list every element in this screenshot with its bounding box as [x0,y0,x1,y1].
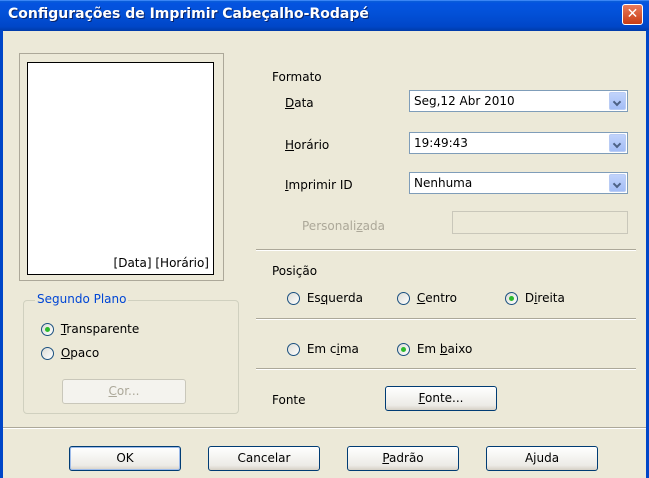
separator [256,318,636,320]
print-id-combo-value: Nenhuma [414,176,473,190]
format-title: Formato [272,70,322,84]
opaque-mnemonic: O [60,346,71,360]
window-title: Configurações de Imprimir Cabeçalho-Roda… [8,6,369,22]
print-id-combo[interactable]: Nenhuma [409,172,628,194]
separator [256,249,636,251]
transparent-label: ransparente [66,322,140,336]
custom-input[interactable] [452,211,628,234]
radio-unselected-icon [287,343,300,356]
close-icon: ✕ [626,6,639,22]
position-bottom-radio[interactable]: Em baixo [397,342,472,356]
radio-unselected-icon [287,292,300,305]
time-combo-value: 19:49:43 [414,136,468,150]
radio-selected-icon [397,343,410,356]
default-button-label: adrão [389,451,424,465]
color-button-label: or... [116,384,140,398]
opaque-label: paco [70,346,100,360]
opaque-radio[interactable]: Opaco [41,346,99,360]
separator [256,368,636,370]
position-center-radio[interactable]: Centro [397,291,457,305]
date-combo-value: Seg,12 Abr 2010 [414,94,515,108]
time-label: Horário [285,138,330,152]
radio-selected-icon [41,323,54,336]
position-top-radio[interactable]: Em cima [287,342,359,356]
chevron-down-icon[interactable] [609,92,626,110]
window-border-left [0,30,3,478]
separator [3,427,646,429]
radio-selected-icon [505,292,518,305]
preview-page: [Data] [Horário] [27,62,214,275]
default-button[interactable]: Padrão [347,446,459,471]
font-label: Fonte [272,393,306,407]
time-combo[interactable]: 19:49:43 [409,132,628,154]
chevron-down-icon[interactable] [609,174,626,192]
ok-button[interactable]: OK [69,446,181,471]
radio-unselected-icon [41,347,54,360]
preview-header-footer-text: [Data] [Horário] [113,256,209,270]
position-title: Posição [272,264,318,278]
custom-label: Personalizada [302,219,385,233]
cancel-button[interactable]: Cancelar [208,446,320,471]
date-label: Data [285,96,314,110]
chevron-down-icon[interactable] [609,134,626,152]
transparent-radio[interactable]: Transparente [41,322,139,336]
color-mnemonic: C [108,384,117,398]
print-id-label: Imprimir ID [285,178,353,192]
color-button[interactable]: Cor... [62,379,186,404]
close-button[interactable]: ✕ [622,4,643,25]
position-left-radio[interactable]: Esquerda [287,291,363,305]
font-button-label: onte... [425,391,464,405]
background-group-title: Segundo Plano [35,292,129,306]
position-right-radio[interactable]: Direita [505,291,565,305]
date-combo[interactable]: Seg,12 Abr 2010 [409,90,628,112]
help-button[interactable]: Ajuda [486,446,598,471]
font-button[interactable]: Fonte... [385,386,497,411]
radio-unselected-icon [397,292,410,305]
